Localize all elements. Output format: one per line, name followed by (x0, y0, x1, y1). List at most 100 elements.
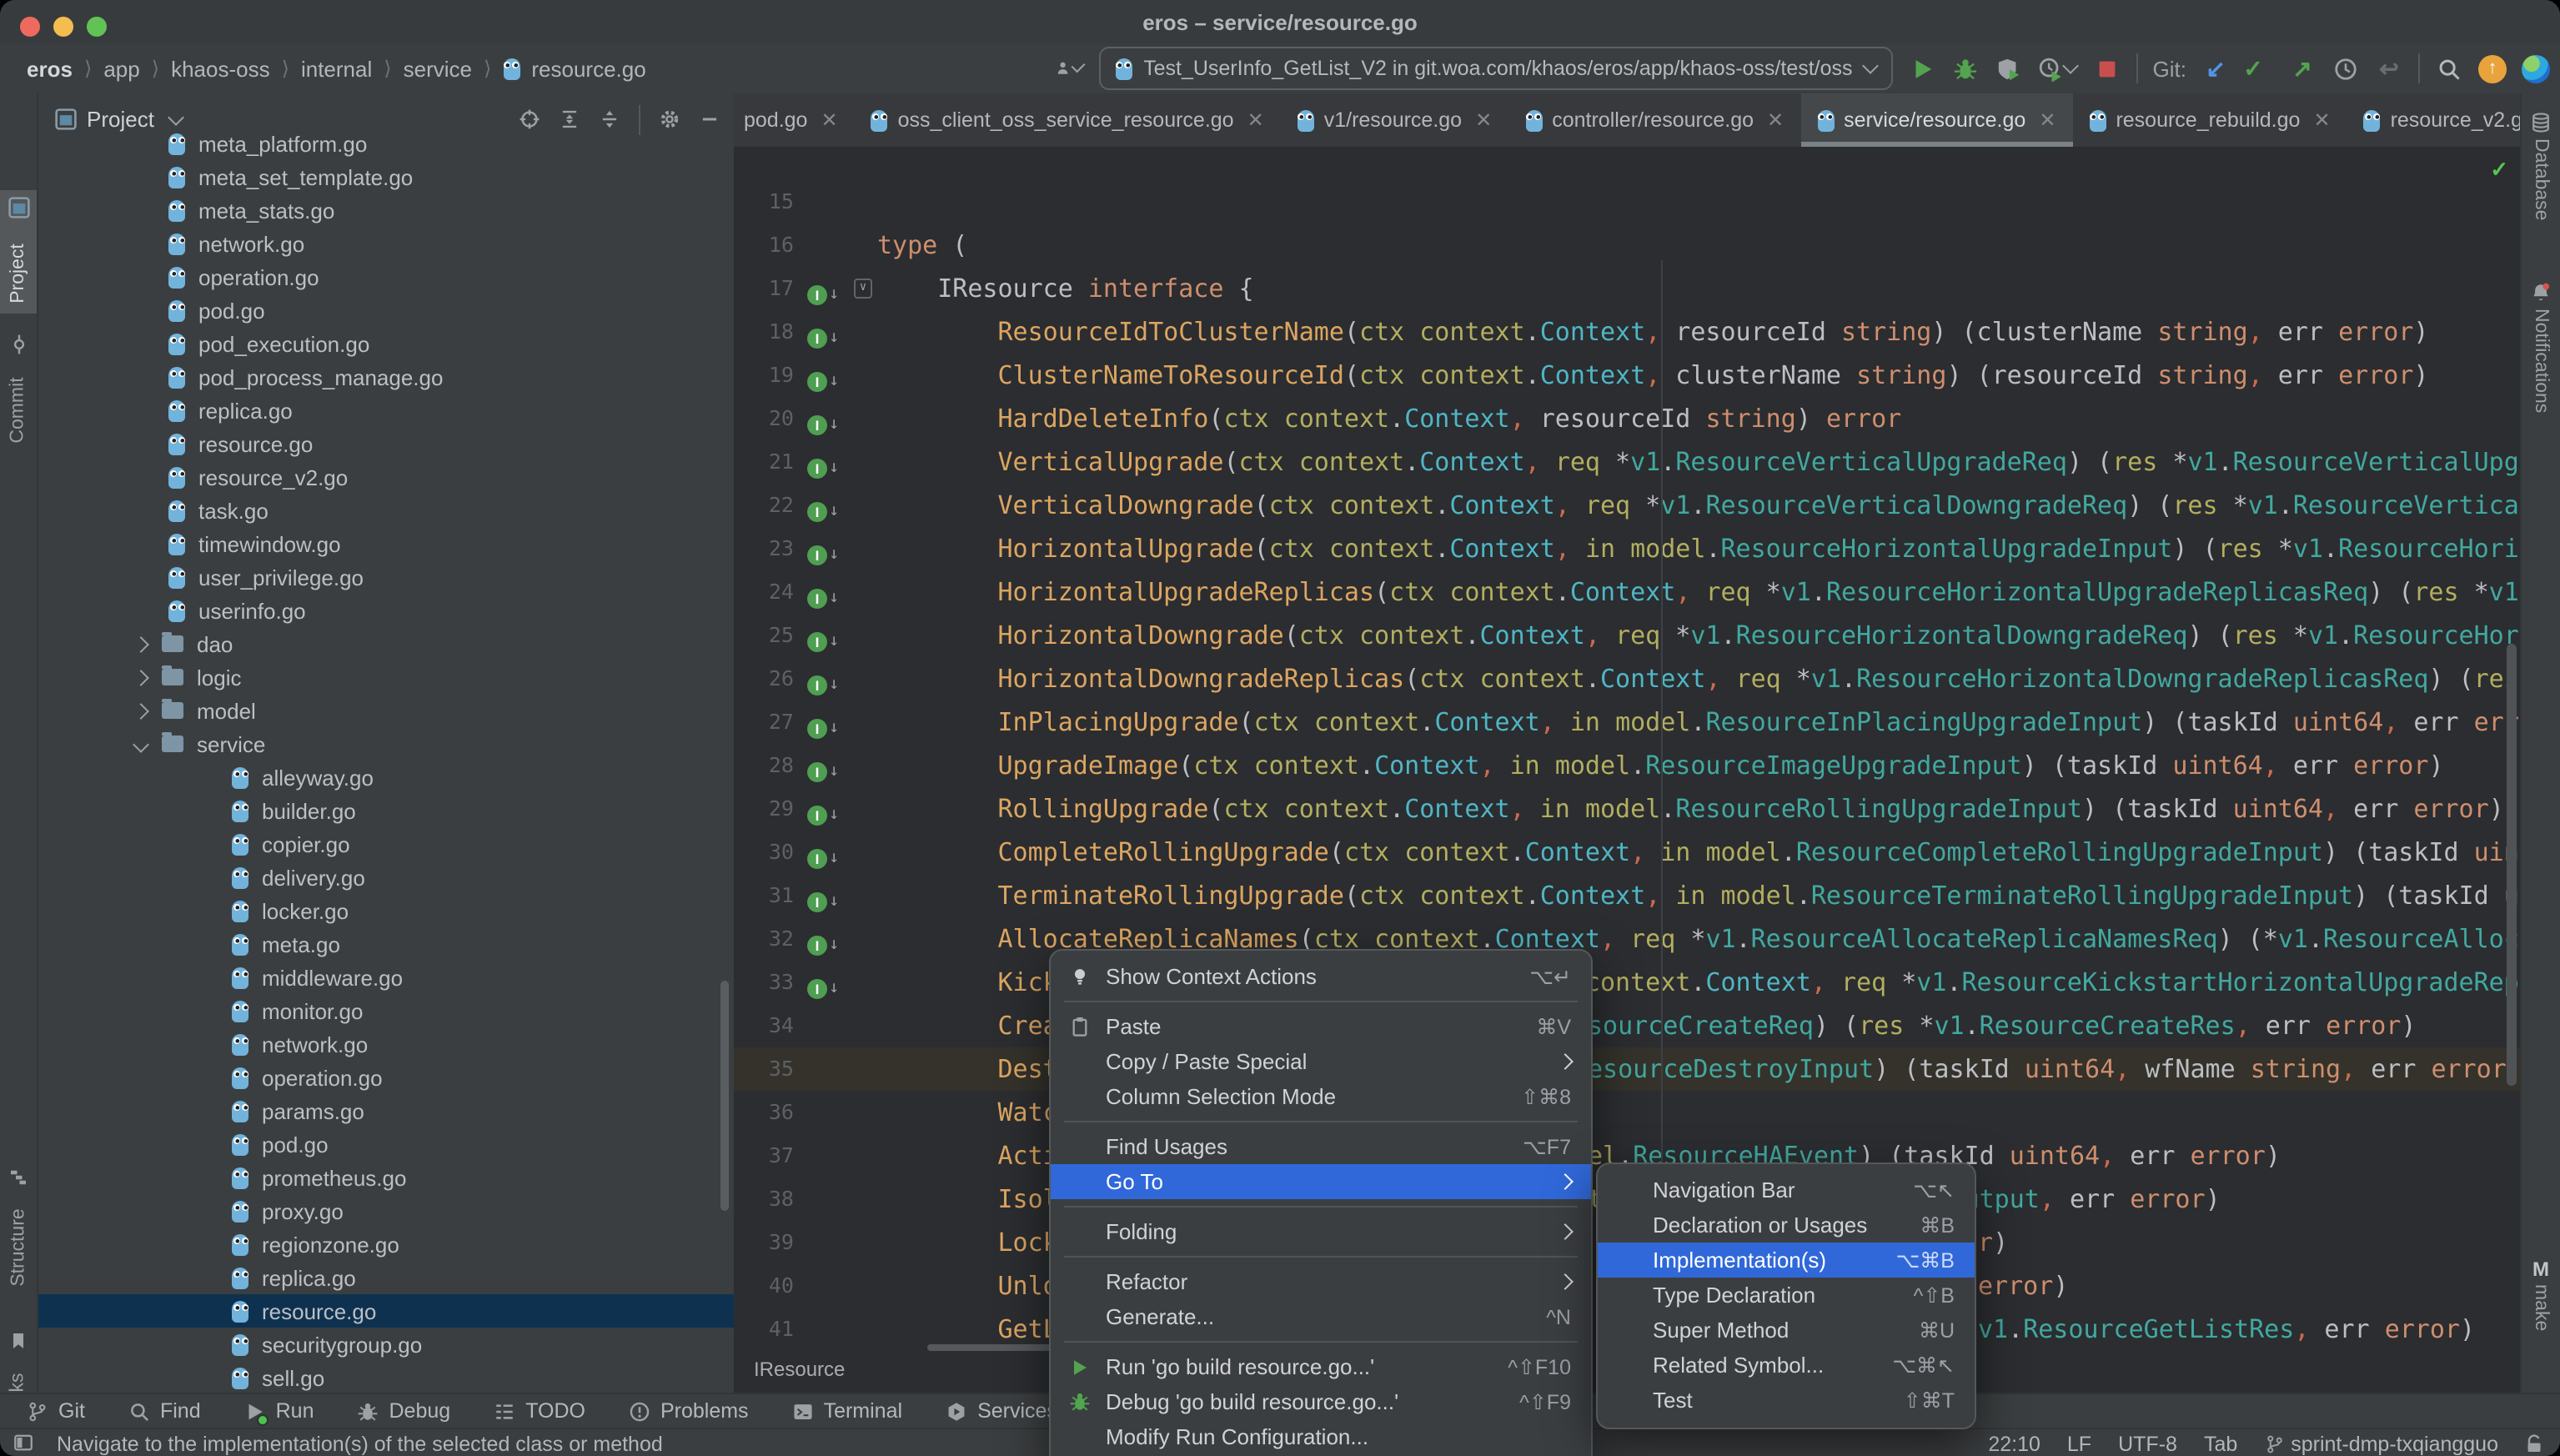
tab-pod.go[interactable]: pod.go✕ (734, 93, 855, 147)
tree-item-meta.go[interactable]: meta.go (38, 927, 734, 961)
sidebar-item-notifications[interactable]: Notifications (2522, 277, 2560, 413)
tree-item-task.go[interactable]: task.go (38, 494, 734, 527)
git-update-button[interactable]: ↙ (2201, 54, 2230, 83)
tree-item-resource.go[interactable]: resource.go (38, 1294, 734, 1328)
close-tab-icon[interactable]: ✕ (1475, 108, 1492, 132)
run-with-coverage-button[interactable] (1995, 54, 2023, 83)
breadcrumb-item-khaos-oss[interactable]: khaos-oss (171, 56, 270, 81)
toolwindow-todo[interactable]: TODO (494, 1399, 585, 1423)
toolwindow-run[interactable]: Run (244, 1399, 314, 1423)
tree-item-params.go[interactable]: params.go (38, 1094, 734, 1127)
tree-item-pod_process_manage.go[interactable]: pod_process_manage.go (38, 360, 734, 394)
breadcrumb-item-app[interactable]: app (103, 56, 139, 81)
toolwindow-services[interactable]: Services (946, 1399, 1057, 1423)
tree-item-middleware.go[interactable]: middleware.go (38, 961, 734, 994)
submenu-item-navigation-bar[interactable]: Navigation Bar⌥↖ (1598, 1172, 1975, 1207)
update-available-icon[interactable]: ↑ (2478, 54, 2507, 83)
breadcrumb-item-internal[interactable]: internal (301, 56, 372, 81)
tab-oss_client_oss_service_resource.go[interactable]: oss_client_oss_service_resource.go✕ (855, 93, 1281, 147)
toolwindow-git[interactable]: Git (27, 1399, 85, 1423)
chevron-collapsed-icon[interactable] (133, 702, 149, 719)
git-push-button[interactable]: ↗ (2288, 54, 2317, 83)
sidebar-item-project[interactable]: Project (0, 190, 37, 314)
menu-item-run-go-build-resource-go[interactable]: Run 'go build resource.go...'^⇧F10 (1051, 1349, 1591, 1384)
tree-item-resource_v2.go[interactable]: resource_v2.go (38, 460, 734, 494)
close-tab-icon[interactable]: ✕ (2313, 108, 2330, 132)
toolwindow-find[interactable]: Find (128, 1399, 201, 1423)
tree-item-prometheus.go[interactable]: prometheus.go (38, 1161, 734, 1194)
submenu-item-declaration-or-usages[interactable]: Declaration or Usages⌘B (1598, 1207, 1975, 1243)
menu-item-debug-go-build-resource-go[interactable]: Debug 'go build resource.go...'^⇧F9 (1051, 1384, 1591, 1419)
tree-item-pod_execution.go[interactable]: pod_execution.go (38, 327, 734, 360)
tree-item-resource.go[interactable]: resource.go (38, 427, 734, 460)
tree-item-copier.go[interactable]: copier.go (38, 827, 734, 861)
chevron-collapsed-icon[interactable] (133, 669, 149, 685)
stop-button[interactable] (2093, 54, 2121, 83)
tree-item-monitor.go[interactable]: monitor.go (38, 994, 734, 1027)
tree-item-dao[interactable]: dao (38, 627, 734, 660)
close-tab-icon[interactable]: ✕ (1247, 108, 1264, 132)
tree-item-replica.go[interactable]: replica.go (38, 394, 734, 427)
menu-item-folding[interactable]: Folding (1051, 1214, 1591, 1249)
user-account-icon[interactable] (1055, 54, 1083, 83)
tree-item-meta_platform.go[interactable]: meta_platform.go (38, 127, 734, 160)
menu-item-copy-paste-special[interactable]: Copy / Paste Special (1051, 1044, 1591, 1079)
tab-v1/resource.go[interactable]: v1/resource.go✕ (1281, 93, 1509, 147)
tab-service/resource.go[interactable]: service/resource.go✕ (1800, 93, 2072, 147)
menu-item-go-to[interactable]: Go To (1051, 1164, 1591, 1199)
unlock-icon[interactable] (2525, 1433, 2543, 1453)
submenu-item-test[interactable]: Test⇧⌘T (1598, 1383, 1975, 1418)
editor-vertical-scrollbar[interactable] (2507, 644, 2517, 1086)
menu-item-column-selection-mode[interactable]: Column Selection Mode⇧⌘8 (1051, 1079, 1591, 1114)
ide-services-icon[interactable] (2522, 54, 2550, 83)
sidebar-item-structure[interactable]: Structure (0, 1161, 37, 1294)
chevron-expanded-icon[interactable] (133, 736, 149, 752)
layout-icon[interactable] (13, 1433, 33, 1453)
breadcrumb-item-eros[interactable]: eros (27, 56, 73, 81)
tree-item-alleyway.go[interactable]: alleyway.go (38, 761, 734, 794)
tree-item-network.go[interactable]: network.go (38, 1027, 734, 1061)
git-history-button[interactable] (2332, 54, 2360, 83)
sidebar-item-commit[interactable]: Commit (0, 327, 37, 450)
menu-item-find-usages[interactable]: Find Usages⌥F7 (1051, 1129, 1591, 1164)
chevron-down-icon[interactable] (168, 108, 185, 125)
fold-region-icon[interactable]: ∨ (854, 279, 872, 299)
git-commit-button[interactable]: ✓ (2245, 54, 2273, 83)
close-tab-icon[interactable]: ✕ (1767, 108, 1784, 132)
toolwindow-debug[interactable]: Debug (358, 1399, 451, 1423)
menu-item-refactor[interactable]: Refactor (1051, 1264, 1591, 1299)
tree-item-builder.go[interactable]: builder.go (38, 794, 734, 827)
tree-item-securitygroup.go[interactable]: securitygroup.go (38, 1328, 734, 1361)
close-tab-icon[interactable]: ✕ (2039, 108, 2056, 132)
tree-item-meta_stats.go[interactable]: meta_stats.go (38, 193, 734, 227)
caret-position[interactable]: 22:10 (1988, 1432, 2040, 1455)
tree-item-delivery.go[interactable]: delivery.go (38, 861, 734, 894)
tree-item-model[interactable]: model (38, 694, 734, 727)
profiler-button[interactable] (2038, 54, 2078, 83)
tree-item-regionzone.go[interactable]: regionzone.go (38, 1228, 734, 1261)
toolwindow-terminal[interactable]: Terminal (792, 1399, 903, 1423)
tab-resource_v2.go[interactable]: resource_v2.go (2347, 93, 2522, 147)
tree-item-locker.go[interactable]: locker.go (38, 894, 734, 927)
submenu-item-super-method[interactable]: Super Method⌘U (1598, 1313, 1975, 1348)
chevron-collapsed-icon[interactable] (133, 635, 149, 652)
indent-style[interactable]: Tab (2204, 1432, 2237, 1455)
submenu-item-implementation-s[interactable]: Implementation(s)⌥⌘B (1598, 1243, 1975, 1278)
toolwindow-problems[interactable]: Problems (629, 1399, 749, 1423)
sidebar-item-database[interactable]: Database (2522, 107, 2560, 220)
run-configuration-select[interactable]: Test_UserInfo_GetList_V2 in git.woa.com/… (1098, 47, 1892, 90)
tree-item-logic[interactable]: logic (38, 660, 734, 694)
submenu-item-related-symbol[interactable]: Related Symbol...⌥⌘↖ (1598, 1348, 1975, 1383)
editor-breadcrumb[interactable]: IResource (754, 1358, 845, 1381)
tree-item-userinfo.go[interactable]: userinfo.go (38, 594, 734, 627)
menu-item-modify-run-configuration[interactable]: Modify Run Configuration... (1051, 1419, 1591, 1454)
search-everywhere-icon[interactable] (2435, 54, 2463, 83)
tree-item-network.go[interactable]: network.go (38, 227, 734, 260)
sidebar-item-make[interactable]: Mmake (2522, 1254, 2560, 1331)
menu-item-generate[interactable]: Generate...^N (1051, 1299, 1591, 1334)
inspections-ok-icon[interactable]: ✓ (2490, 157, 2508, 183)
tree-item-timewindow.go[interactable]: timewindow.go (38, 527, 734, 560)
tree-item-operation.go[interactable]: operation.go (38, 1061, 734, 1094)
tab-resource_rebuild.go[interactable]: resource_rebuild.go✕ (2072, 93, 2347, 147)
debug-button[interactable] (1951, 54, 1980, 83)
